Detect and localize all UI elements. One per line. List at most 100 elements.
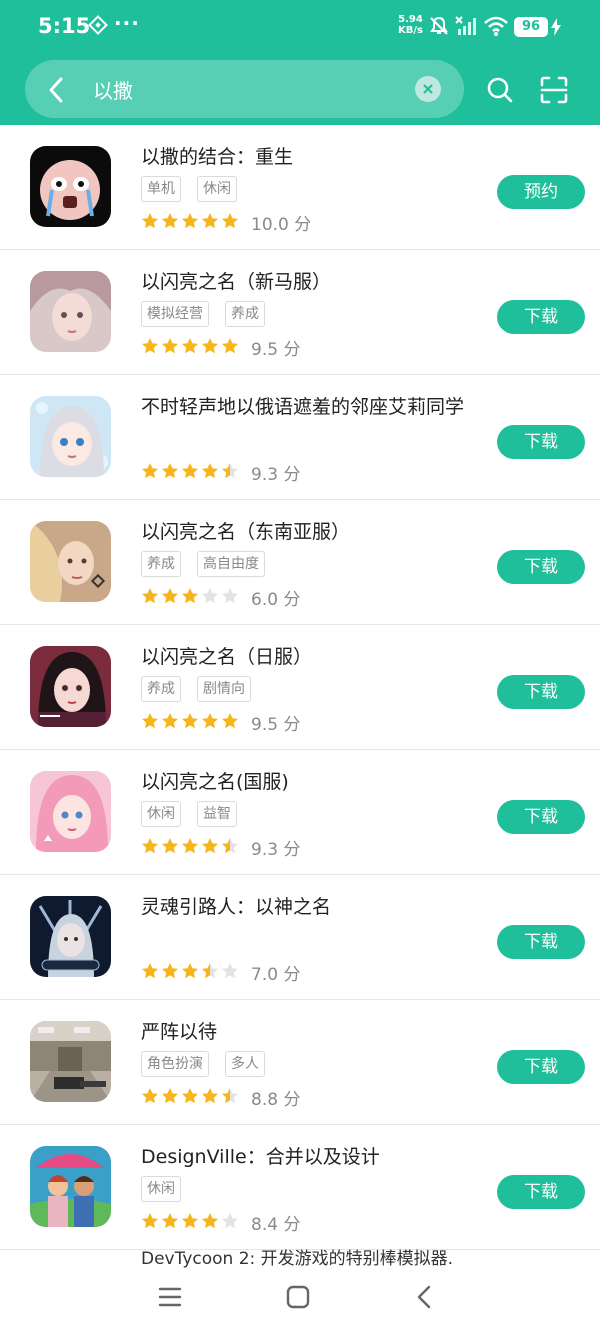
back-icon[interactable] xyxy=(416,1285,432,1313)
rating-stars xyxy=(141,1212,239,1234)
signal-icon xyxy=(454,15,478,41)
status-bar: 5:15 ··· 5.94 KB/s 96 xyxy=(0,0,600,56)
app-icon[interactable] xyxy=(30,771,111,852)
download-button[interactable]: 下载 xyxy=(497,800,585,834)
app-row-6[interactable]: 灵魂引路人：以神之名 7.0 分 下载 xyxy=(0,875,600,1000)
star-full-icon xyxy=(201,837,219,859)
charging-icon xyxy=(551,18,561,40)
app-rating: 9.5 分 xyxy=(141,335,300,360)
star-full-icon xyxy=(141,462,159,484)
app-row-4[interactable]: 以闪亮之名（日服） 养成 剧情向 9.5 分 下载 xyxy=(0,625,600,750)
rating-stars xyxy=(141,712,239,734)
app-tags: 角色扮演 多人 xyxy=(141,1051,265,1077)
app-rating: 9.5 分 xyxy=(141,710,300,735)
star-full-icon xyxy=(181,587,199,609)
net-speed-value: 5.94 xyxy=(398,14,423,25)
star-full-icon xyxy=(181,1212,199,1234)
status-time: 5:15 xyxy=(38,14,91,38)
app-rating: 7.0 分 xyxy=(141,960,300,985)
star-empty-icon xyxy=(221,962,239,984)
download-button[interactable]: 下载 xyxy=(497,425,585,459)
star-full-icon xyxy=(181,337,199,359)
star-full-icon xyxy=(161,462,179,484)
download-button[interactable]: 下载 xyxy=(497,675,585,709)
app-rating: 8.8 分 xyxy=(141,1085,300,1110)
status-more-indicator: ··· xyxy=(114,11,140,35)
app-score: 7.0 分 xyxy=(251,965,301,985)
rating-stars xyxy=(141,587,239,609)
star-full-icon xyxy=(201,712,219,734)
star-empty-icon xyxy=(201,587,219,609)
partial-app-name[interactable]: DevTycoon 2: 开发游戏的特别棒模拟器. xyxy=(141,1244,453,1269)
app-icon[interactable] xyxy=(30,396,111,477)
app-row-0[interactable]: 以撒的结合：重生 单机 休闲 10.0 分 预约 xyxy=(0,125,600,250)
app-row-3[interactable]: 以闪亮之名（东南亚服） 养成 高自由度 6.0 分 下载 xyxy=(0,500,600,625)
star-full-icon xyxy=(141,837,159,859)
app-row-5[interactable]: 以闪亮之名(国服) 休闲 益智 9.3 分 下载 xyxy=(0,750,600,875)
star-full-icon xyxy=(141,1087,159,1109)
system-nav-bar xyxy=(0,1268,600,1333)
reserve-button[interactable]: 预约 xyxy=(497,175,585,209)
app-icon[interactable] xyxy=(30,646,111,727)
chevron-left-icon[interactable] xyxy=(47,77,65,107)
star-full-icon xyxy=(181,1087,199,1109)
app-icon[interactable] xyxy=(30,521,111,602)
app-name[interactable]: 以闪亮之名（日服） xyxy=(141,642,312,669)
mute-icon xyxy=(428,15,450,41)
app-tag: 益智 xyxy=(197,801,237,827)
app-score: 9.3 分 xyxy=(251,840,301,860)
app-icon[interactable] xyxy=(30,1146,111,1227)
search-icon[interactable] xyxy=(486,76,514,108)
app-row-2[interactable]: 不时轻声地以俄语遮羞的邻座艾莉同学 9.3 分 下载 xyxy=(0,375,600,500)
star-full-icon xyxy=(221,212,239,234)
wifi-icon xyxy=(483,15,509,41)
app-name[interactable]: 严阵以待 xyxy=(141,1017,217,1044)
download-button[interactable]: 下载 xyxy=(497,300,585,334)
app-score: 9.5 分 xyxy=(251,340,301,360)
menu-icon[interactable] xyxy=(158,1286,182,1312)
star-full-icon xyxy=(161,712,179,734)
app-row-8[interactable]: DesignVille：合并以及设计 休闲 8.4 分 下载 xyxy=(0,1125,600,1250)
download-button[interactable]: 下载 xyxy=(497,1175,585,1209)
app-tag: 角色扮演 xyxy=(141,1051,209,1077)
star-full-icon xyxy=(201,1087,219,1109)
app-name[interactable]: 以闪亮之名(国服) xyxy=(141,767,289,794)
download-button[interactable]: 下载 xyxy=(497,1050,585,1084)
app-name[interactable]: 以撒的结合：重生 xyxy=(141,142,293,169)
vpn-icon xyxy=(88,15,108,39)
app-name[interactable]: 不时轻声地以俄语遮羞的邻座艾莉同学 xyxy=(141,392,464,419)
app-icon[interactable] xyxy=(30,1021,111,1102)
app-score: 6.0 分 xyxy=(251,590,301,610)
star-full-icon xyxy=(201,462,219,484)
star-full-icon xyxy=(181,712,199,734)
app-name[interactable]: 以闪亮之名（新马服） xyxy=(141,267,331,294)
app-row-7[interactable]: 严阵以待 角色扮演 多人 8.8 分 下载 xyxy=(0,1000,600,1125)
star-full-icon xyxy=(141,1212,159,1234)
app-score: 9.5 分 xyxy=(251,715,301,735)
star-full-icon xyxy=(201,337,219,359)
app-row-1[interactable]: 以闪亮之名（新马服） 模拟经营 养成 9.5 分 下载 xyxy=(0,250,600,375)
search-input[interactable] xyxy=(93,72,403,106)
app-icon[interactable] xyxy=(30,896,111,977)
download-button[interactable]: 下载 xyxy=(497,550,585,584)
app-header: 5:15 ··· 5.94 KB/s 96 xyxy=(0,0,600,125)
star-half-icon xyxy=(221,1087,239,1109)
search-box[interactable] xyxy=(25,60,464,118)
app-name[interactable]: 以闪亮之名（东南亚服） xyxy=(141,517,350,544)
star-full-icon xyxy=(181,837,199,859)
scan-icon[interactable] xyxy=(538,74,570,110)
home-icon[interactable] xyxy=(286,1285,310,1313)
app-icon[interactable] xyxy=(30,271,111,352)
download-button[interactable]: 下载 xyxy=(497,925,585,959)
app-tag: 养成 xyxy=(141,551,181,577)
star-full-icon xyxy=(161,837,179,859)
app-icon[interactable] xyxy=(30,146,111,227)
close-icon[interactable] xyxy=(415,76,441,102)
app-tags: 养成 剧情向 xyxy=(141,676,251,702)
app-tags: 单机 休闲 xyxy=(141,176,237,202)
app-name[interactable]: DesignVille：合并以及设计 xyxy=(141,1142,380,1169)
rating-stars xyxy=(141,962,239,984)
rating-stars xyxy=(141,1087,239,1109)
net-speed-unit: KB/s xyxy=(398,25,423,36)
app-name[interactable]: 灵魂引路人：以神之名 xyxy=(141,892,331,919)
